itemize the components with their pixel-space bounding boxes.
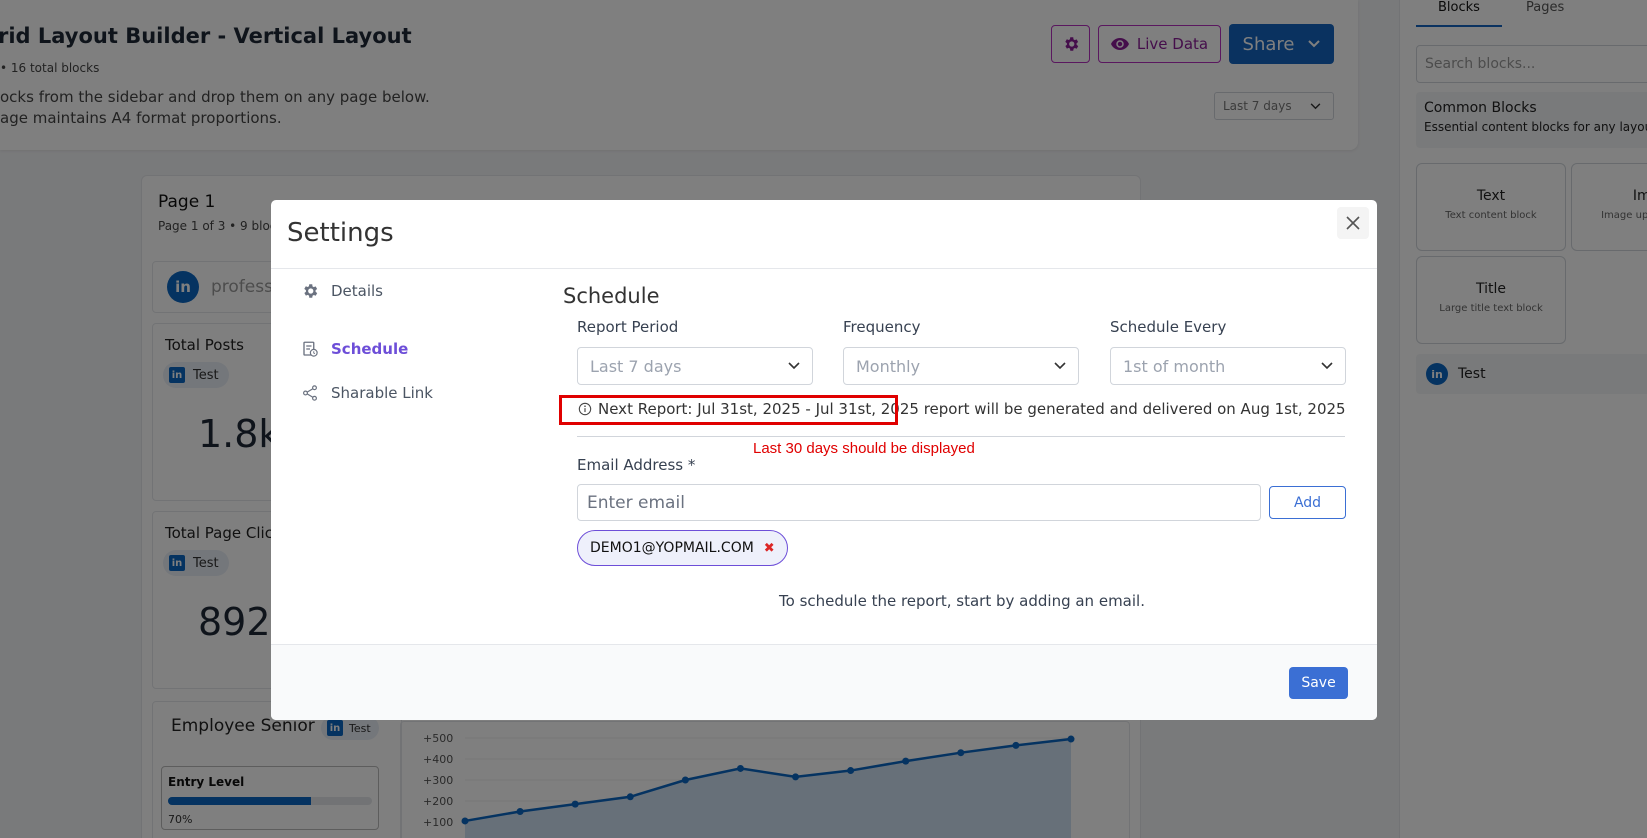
email-address-label: Email Address * [577, 456, 696, 474]
share-icon [303, 385, 317, 401]
annotation-note: Last 30 days should be displayed [753, 440, 975, 457]
nav-sharable-link[interactable]: Sharable Link [301, 381, 433, 405]
chevron-down-icon [1054, 362, 1066, 370]
report-period-value: Last 7 days [590, 356, 682, 376]
modal-title: Settings [287, 218, 394, 248]
add-email-button[interactable]: Add [1269, 486, 1346, 519]
remove-email-icon[interactable]: ✖ [764, 541, 775, 556]
report-period-select[interactable]: Last 7 days [577, 347, 813, 385]
close-icon [1346, 216, 1360, 230]
email-input[interactable] [577, 484, 1261, 521]
schedule-every-select[interactable]: 1st of month [1110, 347, 1346, 385]
save-button[interactable]: Save [1289, 667, 1348, 699]
frequency-label: Frequency [843, 318, 921, 336]
nav-sharable-link-label: Sharable Link [331, 384, 433, 402]
settings-modal: Settings Details Schedule Sharable Link … [271, 200, 1377, 720]
section-title: Schedule [563, 284, 660, 308]
gear-icon [304, 284, 318, 298]
highlight-annotation-box [559, 395, 898, 425]
email-chip: DEMO1@YOPMAIL.COM ✖ [577, 530, 788, 566]
schedule-hint: To schedule the report, start by adding … [779, 592, 1145, 610]
nav-schedule[interactable]: Schedule [301, 337, 408, 361]
report-period-label: Report Period [577, 318, 679, 336]
schedule-every-label: Schedule Every [1110, 318, 1227, 336]
frequency-select[interactable]: Monthly [843, 347, 1079, 385]
modal-header: Settings [271, 200, 1377, 269]
nav-details[interactable]: Details [301, 279, 383, 303]
modal-footer: Save [271, 644, 1377, 720]
nav-schedule-label: Schedule [331, 340, 409, 358]
chevron-down-icon [788, 362, 800, 370]
chevron-down-icon [1321, 362, 1333, 370]
schedule-every-value: 1st of month [1123, 356, 1226, 376]
email-chip-label: DEMO1@YOPMAIL.COM [590, 540, 754, 556]
frequency-value: Monthly [856, 356, 921, 376]
section-divider [577, 436, 1345, 437]
nav-details-label: Details [331, 282, 384, 300]
schedule-icon [303, 341, 318, 357]
close-button[interactable] [1337, 207, 1369, 239]
